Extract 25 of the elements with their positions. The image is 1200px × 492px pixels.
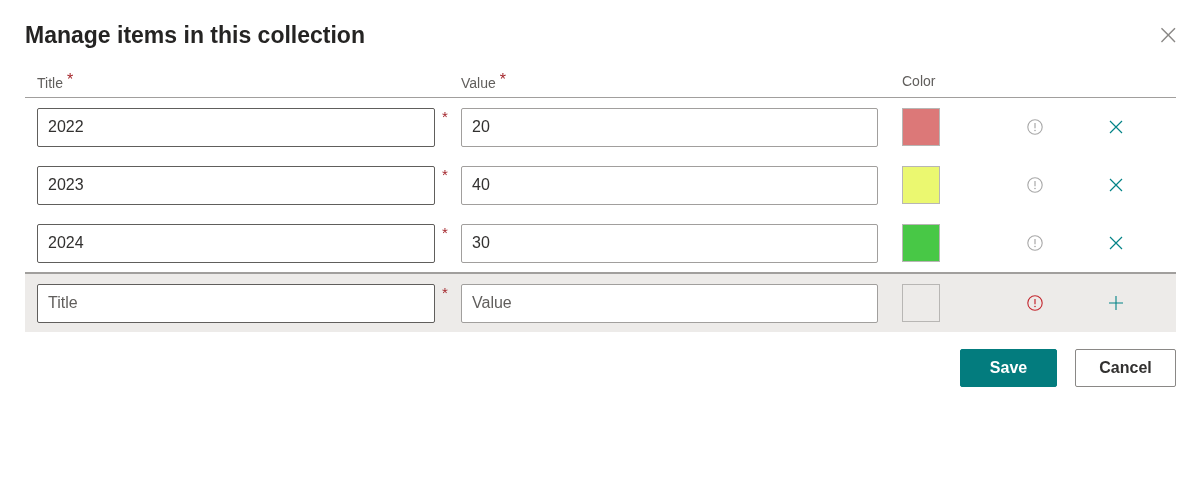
title-field[interactable]: 2023	[37, 165, 435, 205]
color-swatch[interactable]	[902, 224, 940, 262]
required-mark: *	[442, 166, 449, 183]
color-swatch[interactable]	[902, 284, 940, 322]
column-header: Color	[902, 71, 937, 89]
add-icon[interactable]	[1108, 295, 1124, 311]
save-button[interactable]: Save	[960, 349, 1057, 387]
color-swatch[interactable]	[902, 108, 940, 146]
color-swatch[interactable]	[902, 166, 940, 204]
delete-icon[interactable]	[1108, 177, 1124, 193]
close-button[interactable]: ×	[1156, 21, 1180, 49]
title-field[interactable]: Title	[37, 283, 435, 323]
required-mark: *	[442, 108, 449, 125]
delete-icon[interactable]	[1108, 235, 1124, 251]
value-field[interactable]: 40	[461, 165, 878, 205]
delete-icon[interactable]	[1108, 119, 1124, 135]
title-field[interactable]: 2022	[37, 107, 435, 147]
cancel-button[interactable]: Cancel	[1075, 349, 1176, 387]
required-mark: *	[442, 284, 449, 301]
required-mark: *	[442, 224, 449, 241]
value-field[interactable]: Value	[461, 283, 878, 323]
value-field[interactable]: 30	[461, 223, 878, 263]
dialog-title: Manage items in this collection	[25, 21, 365, 49]
title-field[interactable]: 2024	[37, 223, 435, 263]
value-field[interactable]: 20	[461, 107, 878, 147]
